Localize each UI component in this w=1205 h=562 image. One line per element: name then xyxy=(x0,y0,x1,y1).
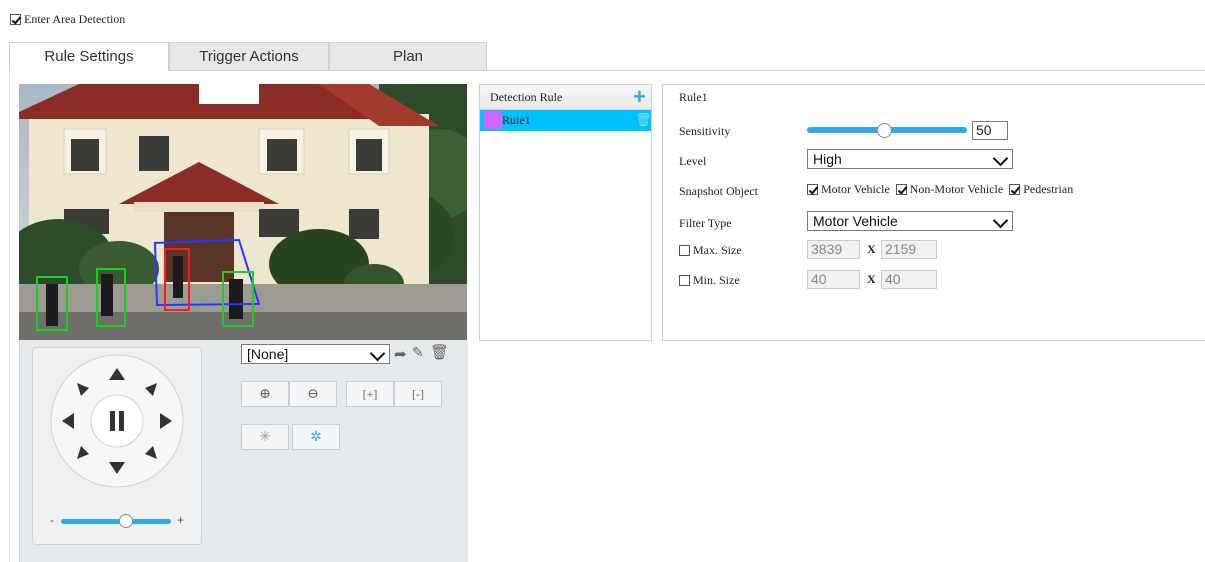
zoom-in-icon: ⊕ xyxy=(259,386,271,402)
max-size-toggle[interactable]: Max. Size xyxy=(679,243,742,258)
level-select[interactable]: High xyxy=(807,149,1013,169)
rule-list-item[interactable]: Rule1 🗑 xyxy=(480,110,652,131)
enable-area-detection[interactable]: Enter Area Detection xyxy=(10,12,125,27)
pedestrian-checkbox[interactable] xyxy=(1009,184,1021,195)
camera-live-view[interactable] xyxy=(19,84,467,340)
filter-type-value: Motor Vehicle xyxy=(813,213,898,229)
max-size-height-input[interactable]: 2159 xyxy=(881,240,937,259)
motor-vehicle-label: Motor Vehicle xyxy=(821,182,890,196)
min-size-separator: X xyxy=(867,272,876,286)
direction-pad[interactable] xyxy=(33,348,201,508)
pedestrian-label: Pedestrian xyxy=(1023,182,1074,196)
min-size-checkbox[interactable] xyxy=(679,275,690,286)
max-size-width-input[interactable]: 3839 xyxy=(807,240,860,259)
non-motor-vehicle-checkbox[interactable] xyxy=(895,184,907,195)
chevron-down-icon xyxy=(992,150,1009,167)
ptz-panel: - + [None] ➦ ✎ 🗑 ⊕ ⊖ [+] [-] ✳ ✲ xyxy=(19,340,468,562)
preset-select[interactable]: [None] xyxy=(241,344,390,364)
tab-divider xyxy=(487,70,1205,71)
speed-slider-thumb[interactable] xyxy=(119,514,133,528)
tab-trigger-actions[interactable]: Trigger Actions xyxy=(169,42,329,71)
motor-vehicle-checkbox[interactable] xyxy=(807,184,818,195)
zoom-speed-min-label: - xyxy=(50,513,54,527)
max-size-label: Max. Size xyxy=(693,243,742,257)
detection-rule-panel: Detection Rule + Rule1 🗑 xyxy=(479,84,652,341)
wiper-icon: ✲ xyxy=(310,429,322,445)
delete-rule-icon[interactable]: 🗑 xyxy=(635,112,652,128)
delete-preset-icon[interactable]: 🗑 xyxy=(430,343,449,362)
zoom-speed-max-label: + xyxy=(177,513,185,527)
level-value: High xyxy=(813,151,842,167)
preset-value: [None] xyxy=(247,346,289,362)
non-motor-vehicle-label: Non-Motor Vehicle xyxy=(909,182,1004,196)
min-size-toggle[interactable]: Min. Size xyxy=(679,273,740,288)
add-rule-icon[interactable]: + xyxy=(633,84,646,110)
focus-near-button[interactable]: [+] xyxy=(346,381,394,407)
zoom-out-button[interactable]: ⊖ xyxy=(289,381,337,407)
tab-plan[interactable]: Plan xyxy=(329,42,487,71)
sensitivity-slider-thumb[interactable] xyxy=(877,123,892,138)
focus-far-icon: [-] xyxy=(412,386,424,401)
snapshot-options: Motor Vehicle Non-Motor Vehicle Pedestri… xyxy=(807,182,1073,197)
snapshot-object-label: Snapshot Object xyxy=(679,184,758,198)
min-size-label: Min. Size xyxy=(693,273,740,287)
min-size-width-input[interactable]: 40 xyxy=(807,270,860,289)
level-label: Level xyxy=(679,154,707,168)
chevron-down-icon xyxy=(369,345,386,362)
sensitivity-input[interactable]: 50 xyxy=(972,121,1008,140)
content-border xyxy=(9,70,10,562)
enable-label: Enter Area Detection xyxy=(24,12,126,26)
edit-preset-icon[interactable]: ✎ xyxy=(412,345,424,362)
rule-panel-header: Detection Rule + xyxy=(480,84,651,110)
zoom-in-button[interactable]: ⊕ xyxy=(241,381,289,407)
tab-rule-settings[interactable]: Rule Settings xyxy=(9,42,169,71)
enable-checkbox[interactable] xyxy=(10,14,21,25)
filter-type-label: Filter Type xyxy=(679,216,732,230)
light-button[interactable]: ✳ xyxy=(241,424,289,450)
rule-color-swatch xyxy=(484,111,502,129)
min-size-height-input[interactable]: 40 xyxy=(881,270,937,289)
speed-slider[interactable] xyxy=(61,519,171,524)
camera-scene-image xyxy=(19,84,467,340)
max-size-separator: X xyxy=(867,242,876,256)
chevron-down-icon xyxy=(992,212,1009,229)
rule-settings-panel: Rule1 Sensitivity 50 Level High Snapshot… xyxy=(662,84,1205,341)
wiper-button[interactable]: ✲ xyxy=(292,424,340,450)
focus-near-icon: [+] xyxy=(362,386,378,401)
rule-item-label: Rule1 xyxy=(502,113,531,127)
max-size-checkbox[interactable] xyxy=(679,245,690,256)
goto-preset-icon[interactable]: ➦ xyxy=(394,345,407,364)
sensitivity-label: Sensitivity xyxy=(679,124,731,138)
direction-pad-area: - + xyxy=(32,347,202,545)
filter-type-select[interactable]: Motor Vehicle xyxy=(807,211,1013,231)
rule-panel-title: Detection Rule xyxy=(490,90,563,104)
light-icon: ✳ xyxy=(259,429,271,445)
rule-title: Rule1 xyxy=(679,90,708,104)
zoom-out-icon: ⊖ xyxy=(307,386,319,402)
focus-far-button[interactable]: [-] xyxy=(394,381,442,407)
